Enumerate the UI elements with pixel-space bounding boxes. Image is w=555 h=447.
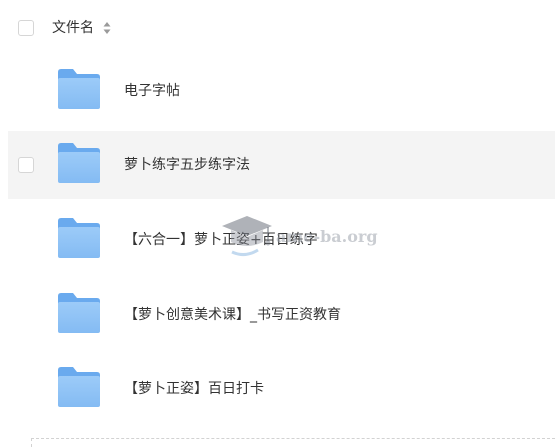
- file-row[interactable]: 萝卜练字五步练字法: [8, 131, 555, 199]
- file-row[interactable]: 电子字帖: [8, 57, 555, 125]
- file-row[interactable]: 【萝卜正姿】百日打卡: [8, 355, 555, 423]
- row-checkbox[interactable]: [18, 157, 34, 173]
- folder-icon: [58, 69, 100, 109]
- file-list-header: 文件名: [0, 0, 555, 56]
- file-name[interactable]: 萝卜练字五步练字法: [124, 156, 250, 174]
- file-row[interactable]: 【六合一】萝卜正姿+百日练字: [8, 206, 555, 274]
- folder-icon: [58, 367, 100, 407]
- file-name[interactable]: 电子字帖: [124, 82, 180, 100]
- sort-toggle-icon[interactable]: [103, 21, 111, 35]
- column-header-filename[interactable]: 文件名: [52, 19, 94, 37]
- file-name[interactable]: 【六合一】萝卜正姿+百日练字: [124, 231, 318, 249]
- file-row[interactable]: 【萝卜创意美术课】_书写正资教育: [8, 281, 555, 349]
- folder-icon: [58, 143, 100, 183]
- list-bottom-divider: [31, 438, 555, 447]
- folder-icon: [58, 218, 100, 258]
- select-all-checkbox[interactable]: [18, 20, 34, 36]
- file-name[interactable]: 【萝卜创意美术课】_书写正资教育: [124, 306, 341, 324]
- file-name[interactable]: 【萝卜正姿】百日打卡: [124, 380, 264, 398]
- folder-icon: [58, 293, 100, 333]
